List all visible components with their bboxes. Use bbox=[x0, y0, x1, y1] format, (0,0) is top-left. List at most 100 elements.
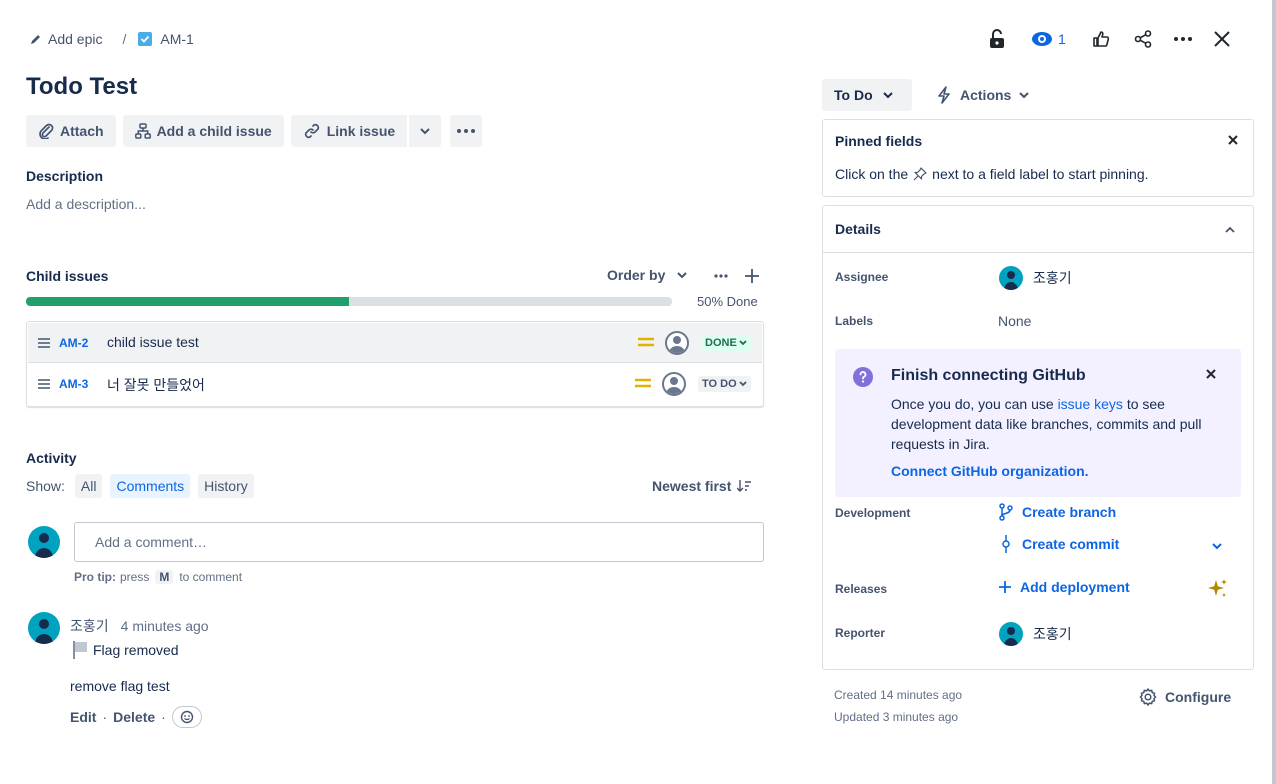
thumbs-up-icon[interactable] bbox=[1092, 30, 1110, 48]
child-issue-key[interactable]: AM-3 bbox=[59, 377, 88, 391]
status-dropdown[interactable]: To Do bbox=[822, 79, 912, 111]
link-issue-dropdown[interactable] bbox=[409, 115, 442, 147]
edit-comment-link[interactable]: Edit bbox=[70, 709, 96, 725]
link-issue-button[interactable]: Link issue bbox=[290, 115, 408, 147]
github-title: Finish connecting GitHub bbox=[891, 367, 1086, 384]
issue-keys-link[interactable]: issue keys bbox=[1058, 396, 1123, 412]
hierarchy-icon bbox=[134, 123, 151, 139]
assignee-name: 조홍기 bbox=[1033, 270, 1072, 286]
lightning-icon bbox=[936, 86, 952, 104]
unassigned-avatar[interactable] bbox=[662, 372, 686, 396]
child-issue-summary[interactable]: 너 잘못 만들었어 bbox=[107, 375, 205, 395]
show-label: Show: bbox=[26, 478, 65, 494]
labels-value[interactable]: None bbox=[998, 313, 1031, 329]
flag-icon bbox=[72, 641, 88, 659]
child-issues-list: AM-2 child issue test DONE AM-3 너 잘못 만들었… bbox=[26, 321, 764, 407]
pinned-fields-panel: Pinned fields Click on the next to a fie… bbox=[822, 119, 1254, 197]
actions-dropdown[interactable]: Actions bbox=[936, 86, 1030, 104]
child-issues-title: Child issues bbox=[26, 268, 109, 284]
unlock-icon[interactable] bbox=[986, 29, 1008, 49]
flag-status: Flag removed bbox=[72, 641, 179, 659]
watch-button[interactable]: 1 bbox=[1032, 31, 1066, 47]
drag-handle-icon[interactable] bbox=[38, 379, 50, 389]
activity-filters: Show: All Comments History bbox=[26, 474, 254, 498]
connect-github-link[interactable]: Connect GitHub organization. bbox=[891, 463, 1089, 479]
order-by-button[interactable]: Order by bbox=[607, 267, 688, 283]
reporter-name: 조홍기 bbox=[1033, 626, 1072, 642]
status-lozenge[interactable]: DONE bbox=[701, 335, 751, 351]
create-commit-label: Create commit bbox=[1022, 536, 1120, 552]
child-issue-summary[interactable]: child issue test bbox=[107, 334, 199, 350]
status-lozenge[interactable]: TO DO bbox=[698, 376, 751, 392]
details-title: Details bbox=[835, 221, 881, 237]
task-checkbox-icon bbox=[138, 32, 153, 46]
filter-comments-button[interactable]: Comments bbox=[110, 474, 191, 498]
issue-key-link[interactable]: AM-1 bbox=[160, 31, 193, 47]
child-issue-key[interactable]: AM-2 bbox=[59, 336, 88, 350]
child-issue-row[interactable]: AM-2 child issue test DONE bbox=[28, 323, 762, 363]
filter-all-button[interactable]: All bbox=[74, 474, 103, 498]
description-placeholder[interactable]: Add a description... bbox=[26, 196, 146, 212]
add-child-label: Add a child issue bbox=[156, 123, 272, 139]
sparkle-icon[interactable] bbox=[1207, 578, 1229, 600]
more-icon[interactable] bbox=[1173, 37, 1192, 41]
details-header[interactable]: Details bbox=[823, 206, 1253, 253]
question-icon bbox=[853, 367, 873, 387]
breadcrumb-separator: / bbox=[122, 31, 127, 47]
chevron-down-icon[interactable] bbox=[1212, 543, 1222, 550]
status-label: To Do bbox=[834, 87, 873, 103]
reporter-field[interactable]: 조홍기 bbox=[999, 622, 1072, 646]
description-label: Description bbox=[26, 168, 104, 184]
pro-tip-press: press bbox=[120, 570, 150, 584]
more-actions-button[interactable] bbox=[450, 115, 483, 147]
comment-input[interactable]: Add a comment… bbox=[74, 522, 764, 562]
scrollbar[interactable] bbox=[1272, 0, 1276, 784]
progress-bar bbox=[26, 297, 672, 306]
configure-button[interactable]: Configure bbox=[1139, 688, 1231, 706]
current-user-avatar bbox=[28, 526, 60, 558]
pinned-hint-after: next to a field label to start pinning. bbox=[932, 166, 1149, 182]
attach-button[interactable]: Attach bbox=[26, 115, 116, 147]
delete-comment-link[interactable]: Delete bbox=[113, 709, 155, 725]
keyboard-key: M bbox=[155, 570, 174, 584]
comment-placeholder: Add a comment… bbox=[95, 534, 208, 550]
gear-icon bbox=[1139, 688, 1157, 706]
comment-author-avatar[interactable] bbox=[28, 612, 60, 644]
pin-icon bbox=[913, 167, 927, 181]
link-issue-label: Link issue bbox=[326, 123, 396, 139]
sort-descending-icon bbox=[737, 480, 752, 492]
reporter-avatar bbox=[999, 622, 1023, 646]
progress-text: 50% Done bbox=[697, 294, 758, 309]
github-description: Once you do, you can use issue keys to s… bbox=[891, 394, 1221, 454]
more-icon[interactable] bbox=[714, 274, 728, 278]
pro-tip-suffix: to comment bbox=[179, 570, 243, 584]
link-icon bbox=[303, 122, 321, 140]
assignee-field[interactable]: 조홍기 bbox=[999, 266, 1072, 290]
close-icon[interactable] bbox=[1214, 31, 1230, 47]
sort-order-button[interactable]: Newest first bbox=[652, 478, 752, 494]
unassigned-avatar[interactable] bbox=[665, 331, 689, 355]
development-label: Development bbox=[835, 506, 911, 520]
actions-label: Actions bbox=[960, 87, 1012, 103]
drag-handle-icon[interactable] bbox=[38, 338, 50, 348]
add-deployment-button[interactable]: Add deployment bbox=[998, 579, 1130, 595]
create-branch-label: Create branch bbox=[1022, 504, 1117, 520]
filter-history-button[interactable]: History bbox=[198, 474, 254, 498]
pro-tip-label: Pro tip: bbox=[74, 570, 116, 584]
add-child-icon[interactable] bbox=[745, 269, 759, 283]
share-icon[interactable] bbox=[1134, 30, 1152, 48]
create-branch-button[interactable]: Create branch bbox=[998, 503, 1116, 521]
comment-author[interactable]: 조홍기 bbox=[70, 616, 109, 636]
created-timestamp: Created 14 minutes ago bbox=[834, 688, 963, 702]
github-text-before: Once you do, you can use bbox=[891, 396, 1054, 412]
header-actions: 1 bbox=[986, 27, 1230, 51]
add-reaction-icon[interactable] bbox=[171, 706, 202, 728]
close-icon[interactable] bbox=[1206, 369, 1216, 379]
child-issue-row[interactable]: AM-3 너 잘못 만들었어 TO DO bbox=[28, 364, 762, 404]
create-commit-button[interactable]: Create commit bbox=[998, 535, 1119, 553]
add-epic-link[interactable]: Add epic bbox=[48, 31, 102, 47]
issue-title[interactable]: Todo Test bbox=[26, 73, 137, 101]
close-icon[interactable] bbox=[1228, 135, 1238, 145]
add-child-issue-button[interactable]: Add a child issue bbox=[122, 115, 284, 147]
issue-toolbar: Attach Add a child issue Link issue bbox=[26, 115, 483, 147]
